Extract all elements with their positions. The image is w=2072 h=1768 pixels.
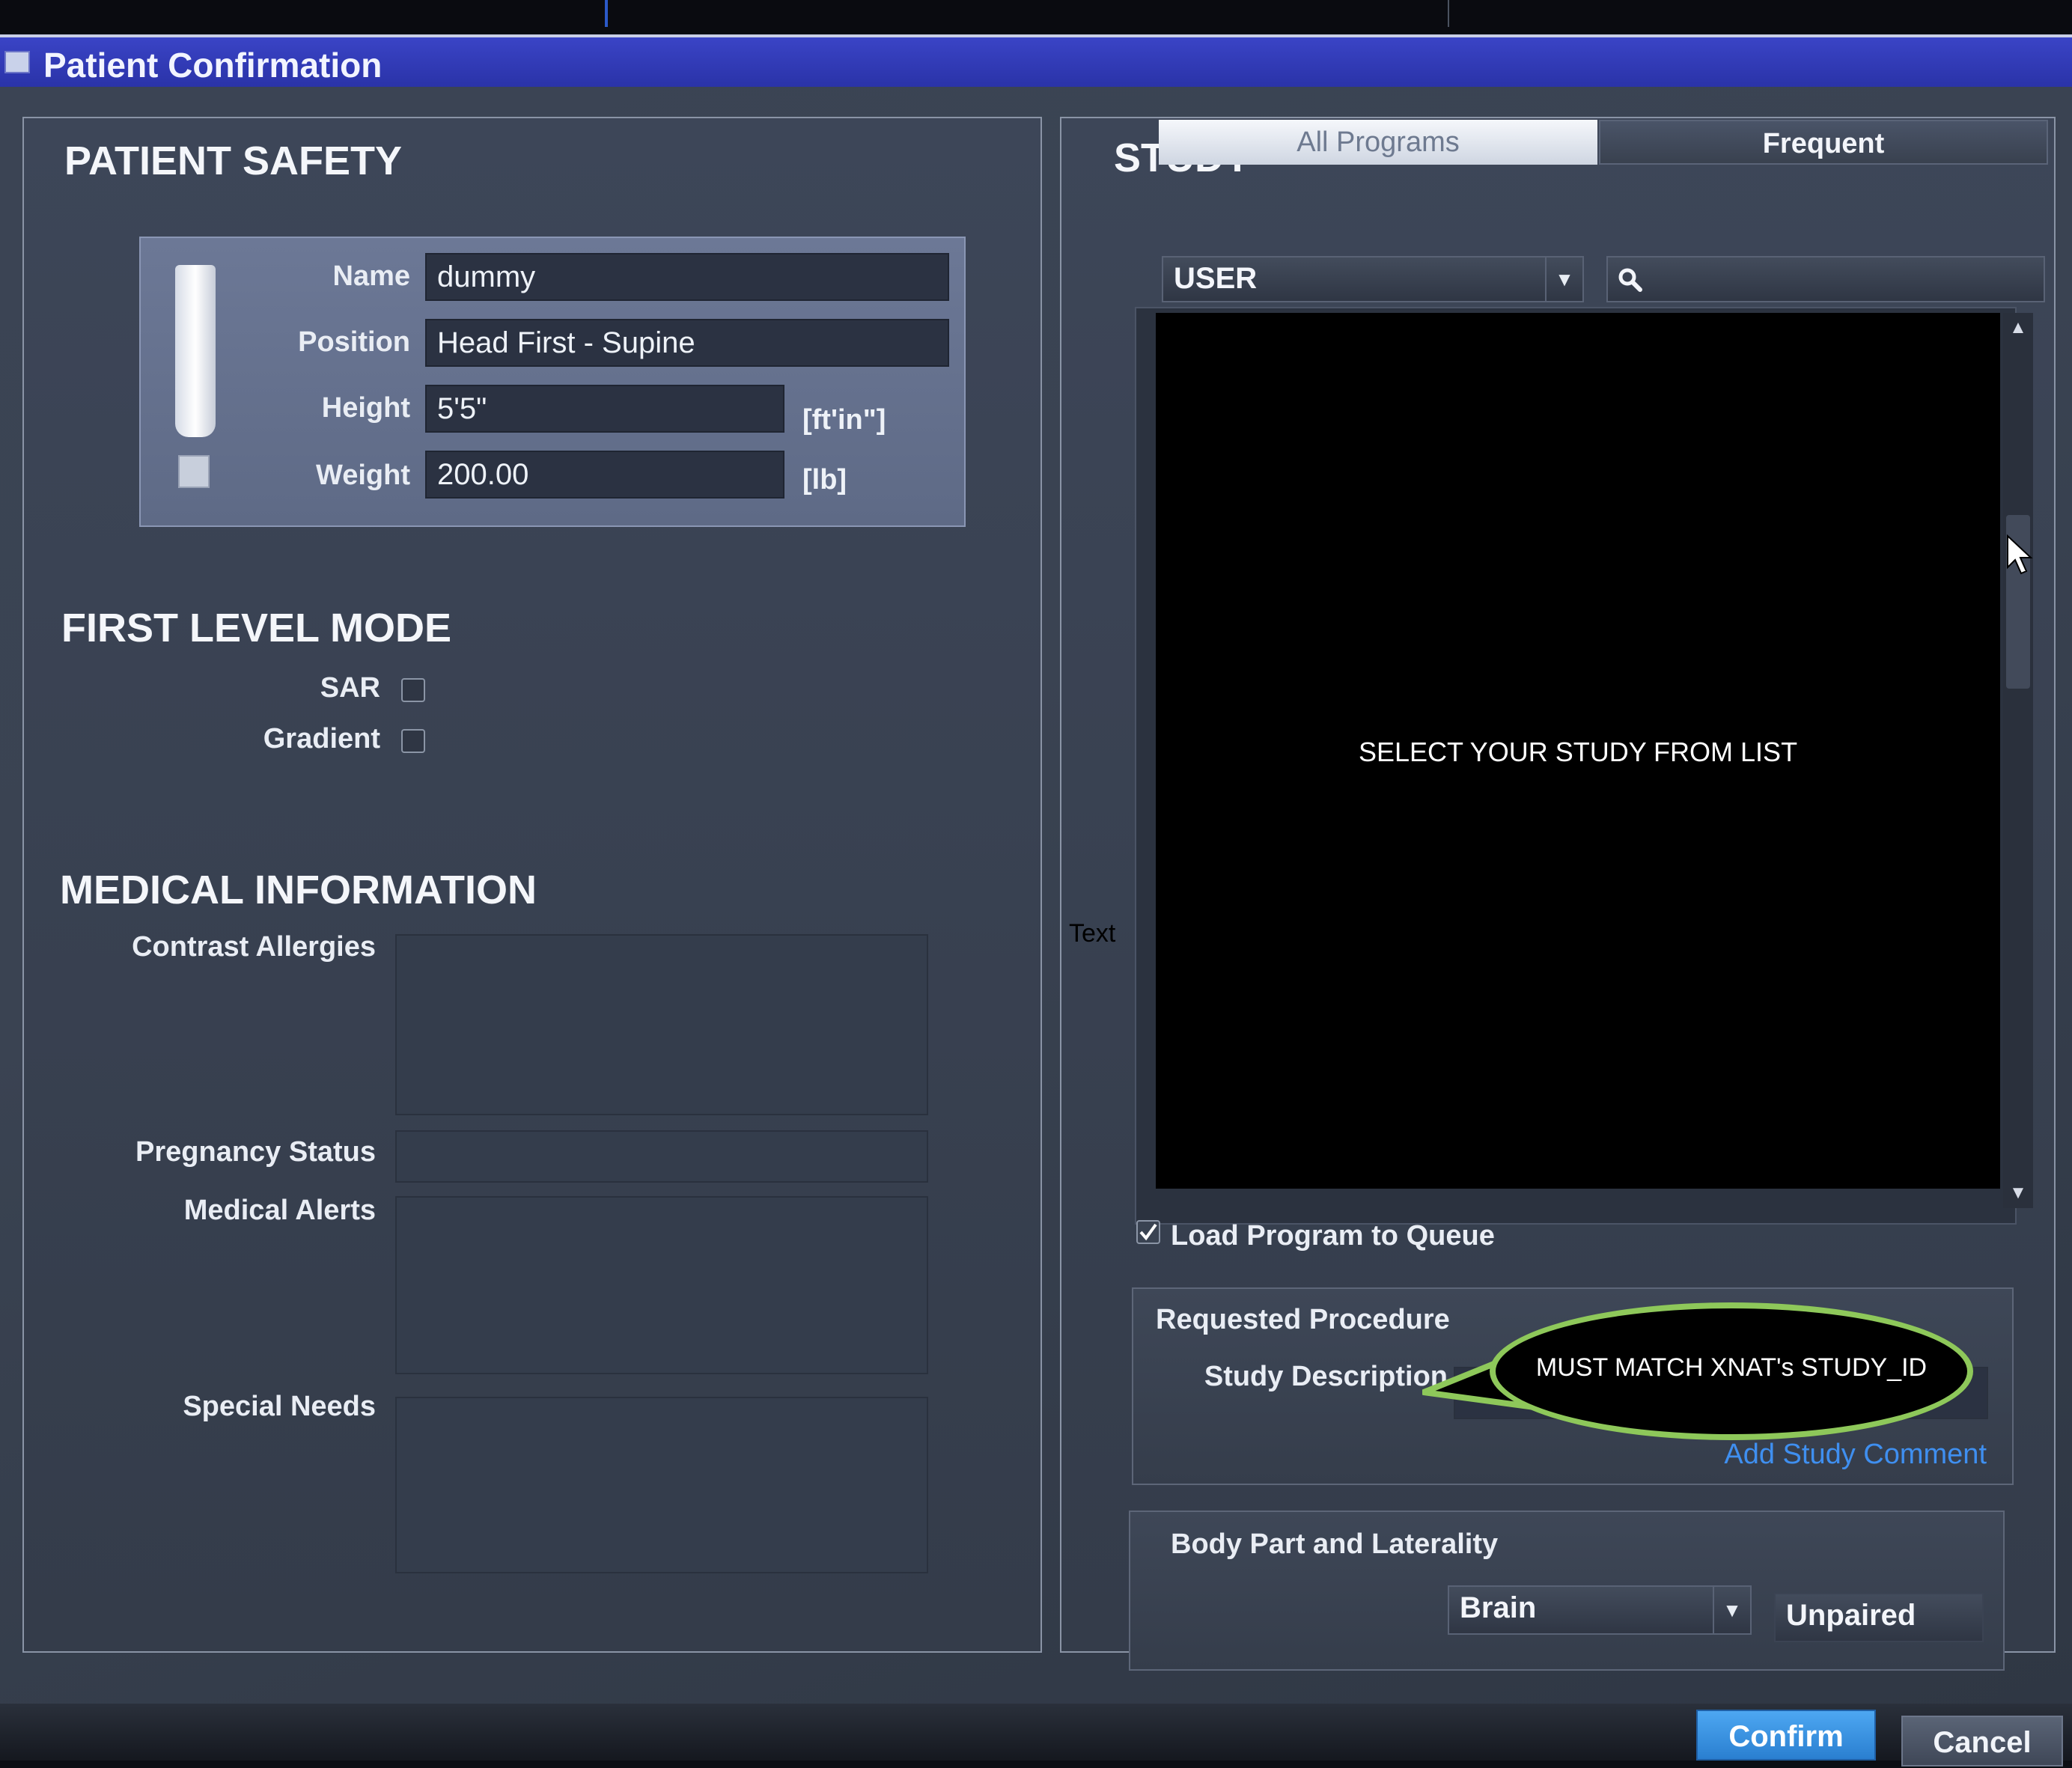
pregnancy-status-label: Pregnancy Status [135,1136,376,1168]
patient-safety-heading: PATIENT SAFETY [64,138,403,183]
name-field[interactable]: dummy [425,253,949,301]
laterality-dropdown[interactable]: Unpaired [1774,1593,1984,1642]
body-part-value: Brain [1460,1591,1537,1624]
special-needs-label: Special Needs [183,1391,376,1422]
medical-alerts-label: Medical Alerts [183,1195,376,1226]
annotation-text: Text [1069,919,1116,948]
requested-procedure-heading: Requested Procedure [1156,1304,1450,1335]
add-study-comment-link[interactable]: Add Study Comment [1724,1439,1987,1471]
tab-frequent[interactable]: Frequent [1599,120,2048,165]
gradient-checkbox[interactable] [401,729,425,753]
height-field[interactable]: 5'5" [425,385,784,433]
contrast-allergies-label: Contrast Allergies [132,931,376,963]
top-background-strip [0,0,2072,33]
tab-all-programs[interactable]: All Programs [1159,120,1597,165]
first-level-mode-heading: FIRST LEVEL MODE [61,606,452,650]
scroll-up-icon[interactable]: ▲ [2003,313,2033,343]
patient-safety-box: Name dummy Position Head First - Supine … [139,237,966,527]
warning-exclamation-dot [178,455,210,488]
window-icon [4,51,30,73]
checkbox-checked-icon [1139,1223,1157,1241]
medical-information-heading: MEDICAL INFORMATION [60,868,537,912]
weight-field[interactable]: 200.00 [425,451,784,499]
mouse-cursor-icon [2007,534,2033,575]
chevron-down-icon: ▼ [1545,257,1582,301]
sar-label: SAR [320,672,380,704]
weight-unit: [lb] [802,464,847,496]
list-scrollbar[interactable]: ▲ ▼ [2003,313,2033,1208]
study-description-label: Study Description [1204,1361,1448,1392]
gradient-label: Gradient [263,723,380,755]
background-marker [1448,0,1449,27]
confirm-button[interactable]: Confirm [1696,1710,1876,1761]
title-bar[interactable]: Patient Confirmation [0,34,2072,87]
category-value: USER [1174,262,1258,295]
body-part-dropdown[interactable]: Brain ▼ [1448,1585,1752,1635]
body-part-group: Body Part and Laterality Brain ▼ Unpaire… [1129,1511,2005,1671]
medical-alerts-field[interactable] [395,1196,928,1374]
height-label: Height [321,392,410,424]
patient-panel: PATIENT SAFETY Name dummy Position Head … [22,117,1042,1653]
search-icon [1618,268,1642,292]
sar-checkbox[interactable] [401,678,425,702]
chevron-down-icon: ▼ [1713,1587,1750,1633]
contrast-allergies-field[interactable] [395,934,928,1115]
program-tabs: All Programs Frequent [1159,120,2048,165]
window-title: Patient Confirmation [43,46,383,85]
study-list-overlay: SELECT YOUR STUDY FROM LIST [1156,313,2000,1189]
position-field[interactable]: Head First - Supine [425,319,949,367]
height-unit: [ft'in"] [802,404,886,436]
study-list-message: SELECT YOUR STUDY FROM LIST [1358,737,1798,767]
position-label: Position [298,326,410,358]
laterality-value: Unpaired [1786,1599,1916,1632]
load-to-queue-label: Load Program to Queue [1171,1220,1495,1252]
special-needs-field[interactable] [395,1397,928,1573]
category-dropdown[interactable]: USER ▼ [1162,256,1584,302]
callout-text: MUST MATCH XNAT's STUDY_ID [1535,1353,1928,1382]
warning-exclamation-icon [175,265,216,437]
search-input[interactable] [1606,256,2045,302]
pregnancy-status-field[interactable] [395,1130,928,1183]
body-part-heading: Body Part and Laterality [1171,1528,1499,1560]
load-to-queue-checkbox[interactable] [1136,1220,1160,1244]
name-label: Name [332,260,411,292]
weight-label: Weight [316,460,410,491]
background-marker [605,0,608,27]
callout-bubble: MUST MATCH XNAT's STUDY_ID [1490,1302,1973,1440]
scroll-down-icon[interactable]: ▼ [2003,1178,2033,1208]
cancel-button[interactable]: Cancel [1901,1716,2063,1767]
